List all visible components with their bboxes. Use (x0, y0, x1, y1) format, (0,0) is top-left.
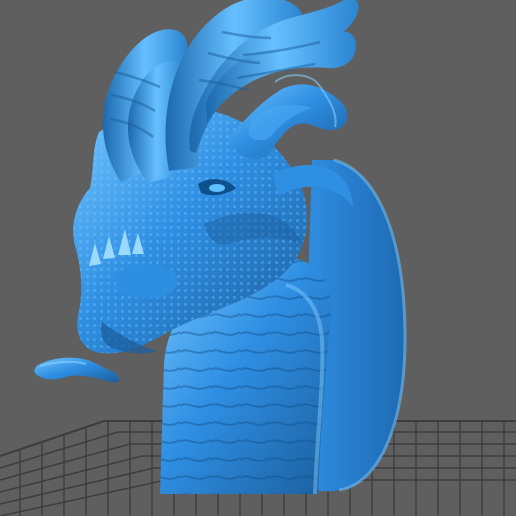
3d-viewport[interactable] (0, 0, 516, 516)
viewport-canvas[interactable] (0, 0, 516, 516)
